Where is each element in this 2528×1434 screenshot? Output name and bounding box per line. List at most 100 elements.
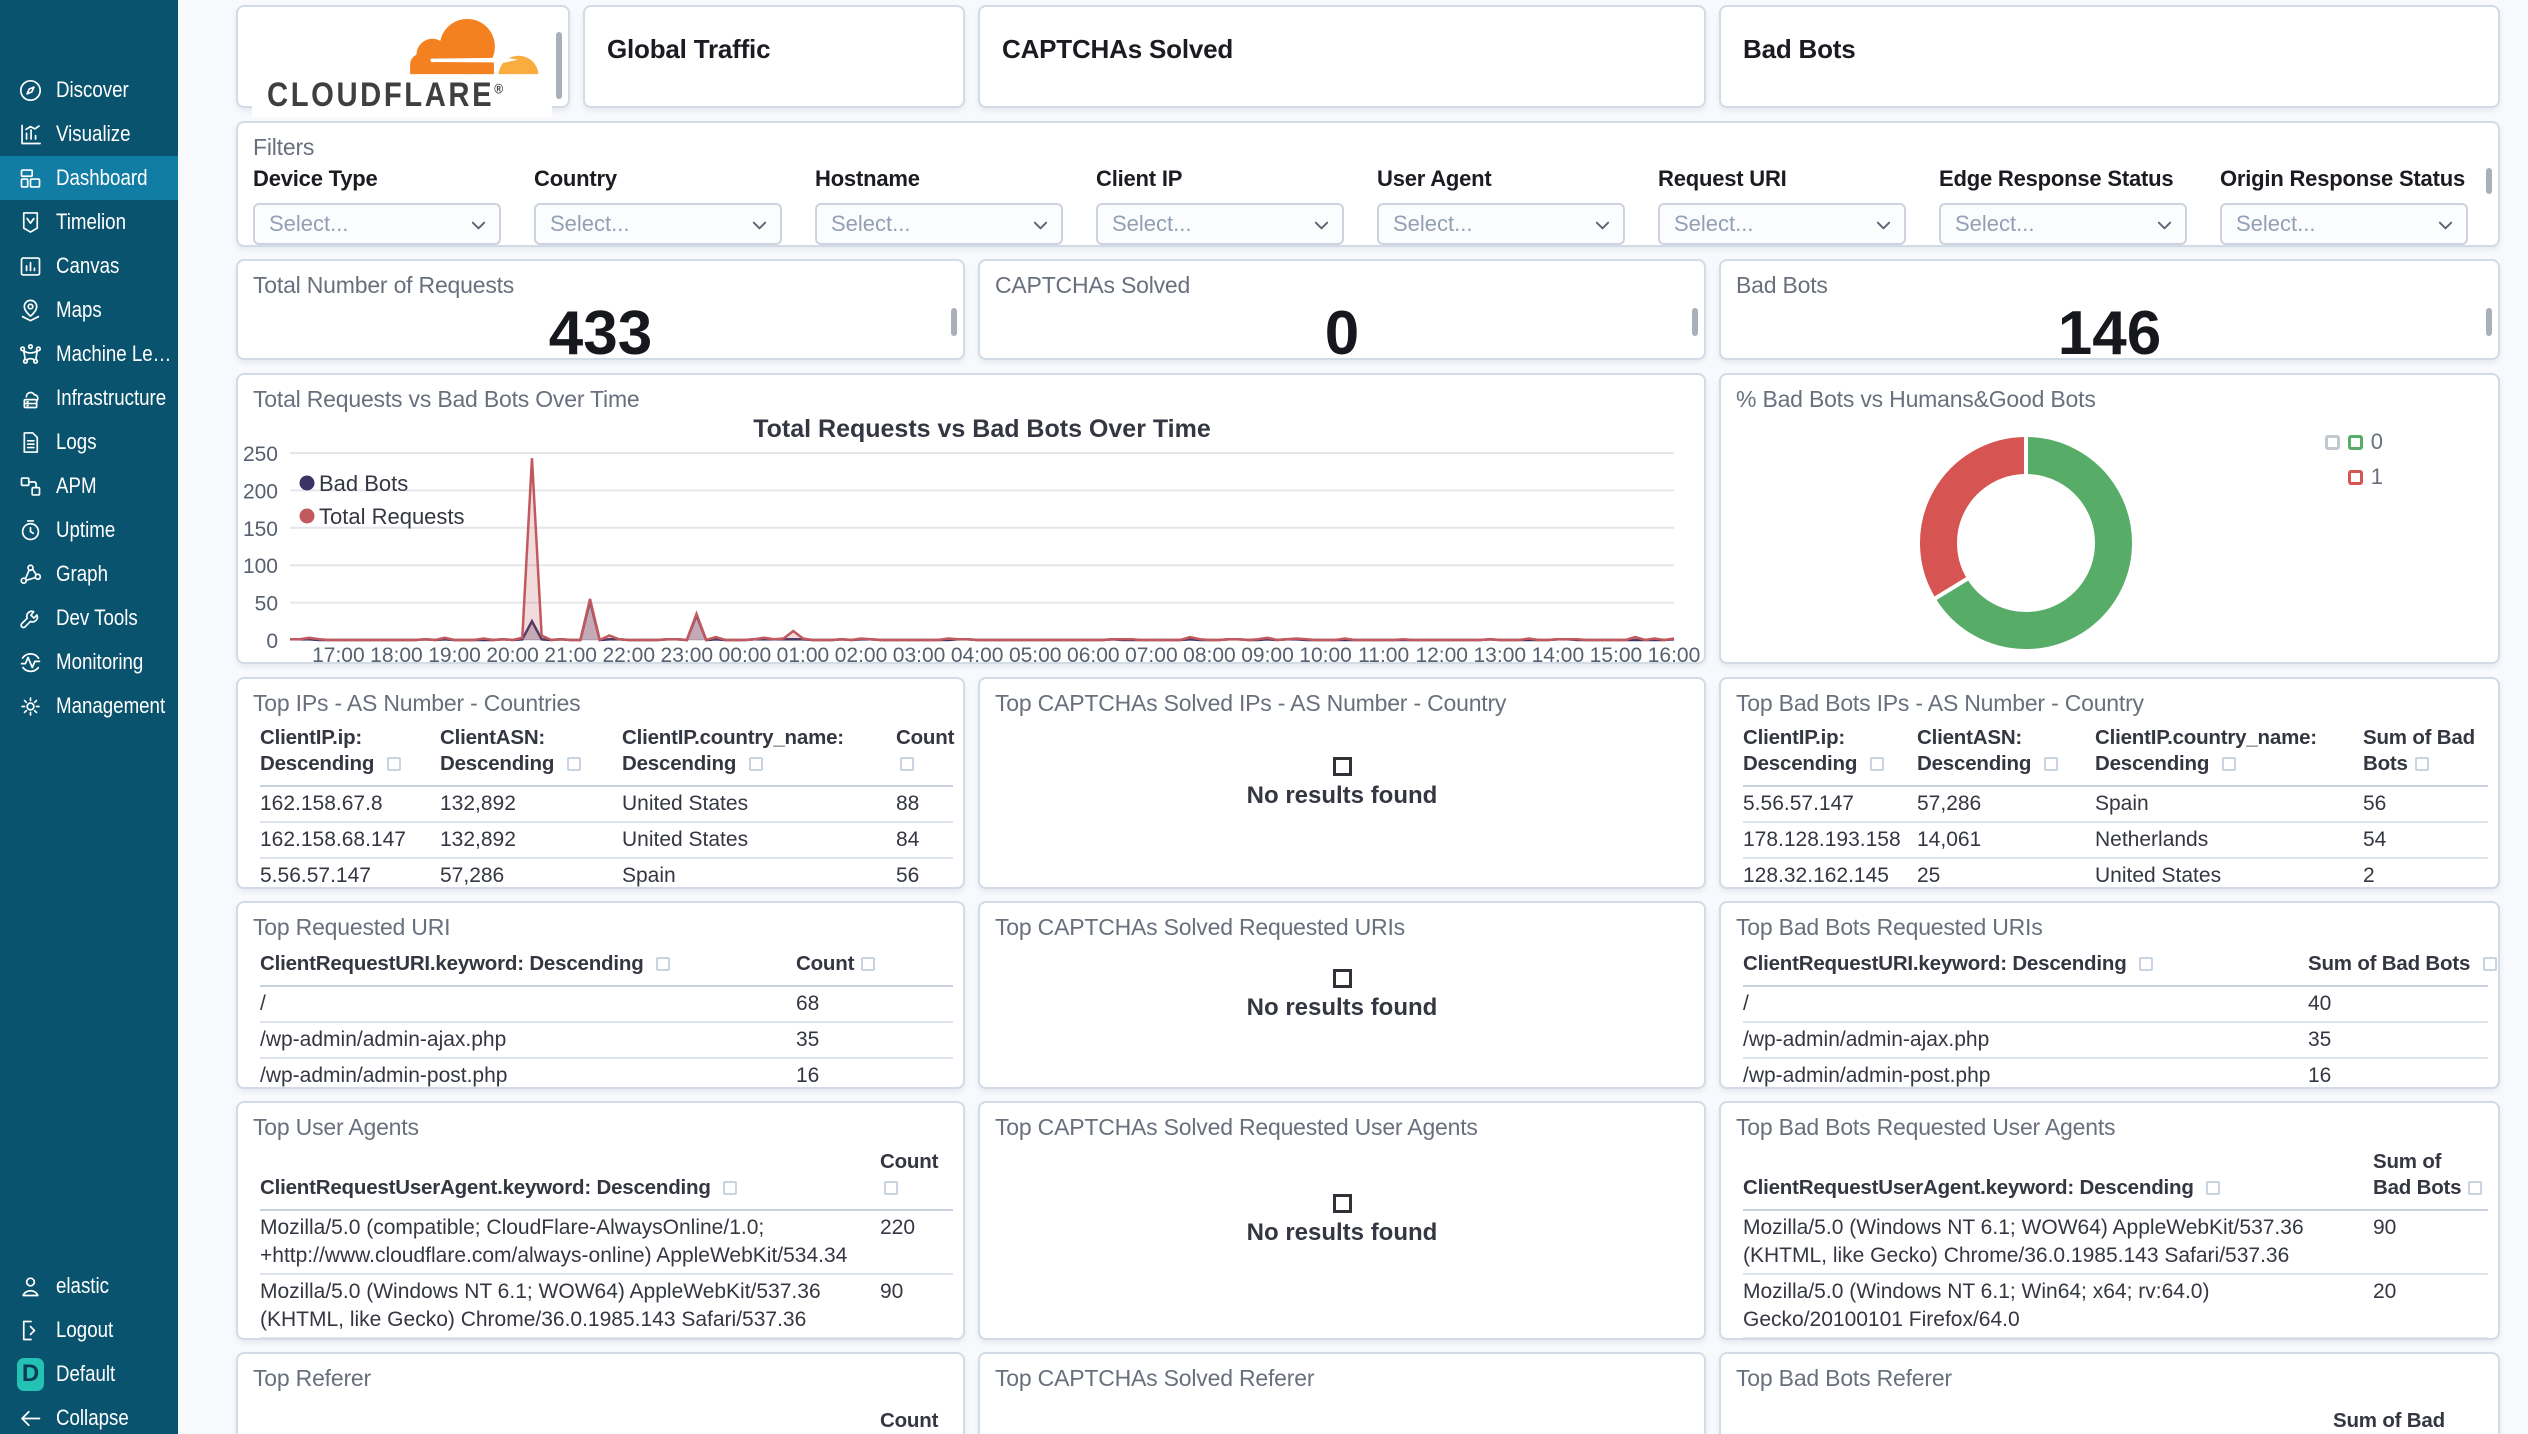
table-row[interactable]: 162.158.68.147 132,892 United States 84	[260, 822, 953, 859]
filter-select[interactable]: Select...	[1658, 203, 1906, 245]
column-header-label: Sum of Bad	[2363, 726, 2475, 749]
sort-checkbox-icon[interactable]	[748, 757, 763, 771]
column-header[interactable]: ClientRequestURI.keyword: Descending	[1743, 951, 2308, 987]
sort-checkbox-icon[interactable]	[2414, 757, 2429, 771]
table-row[interactable]: 128.32.162.145 25 United States 2	[1743, 858, 2488, 887]
table-row[interactable]: Mozilla/5.0 (compatible; CloudFlare-Alwa…	[260, 1210, 953, 1275]
sidebar-item-collapse[interactable]: Collapse	[0, 1396, 178, 1434]
table-row[interactable]: /wp-admin/admin-ajax.php 35	[260, 1022, 953, 1059]
canvas-icon	[17, 253, 44, 280]
sidebar-item-apm[interactable]: APM	[0, 464, 178, 508]
sort-checkbox-icon[interactable]	[386, 757, 401, 771]
timechart-plot[interactable]: 0 50 100 150 200 250 17:00 18:00 19:00 20:00 21:00…	[238, 375, 1706, 664]
panel-scrollbar[interactable]	[2486, 168, 2492, 194]
sidebar-item-infrastructure[interactable]: Infrastructure	[0, 376, 178, 420]
sort-checkbox-icon[interactable]	[2482, 957, 2497, 971]
column-header[interactable]: Sum of BadBots	[2363, 725, 2488, 787]
table-row[interactable]: /68	[260, 986, 953, 1023]
column-header[interactable]: Sum of Bad Bots	[2308, 951, 2497, 987]
sort-checkbox-icon[interactable]	[2468, 1181, 2483, 1195]
column-header[interactable]	[1743, 1408, 2333, 1434]
table-row[interactable]: 178.128.193.158 14,061 Netherlands 54	[1743, 822, 2488, 859]
sidebar-item-timelion[interactable]: Timelion	[0, 200, 178, 244]
column-header[interactable]	[260, 1408, 880, 1434]
column-header[interactable]: Count	[880, 1408, 953, 1434]
filter-select[interactable]: Select...	[1377, 203, 1625, 245]
sidebar-item-logs[interactable]: Logs	[0, 420, 178, 464]
sort-checkbox-icon[interactable]	[566, 757, 581, 771]
sort-checkbox-icon[interactable]	[2221, 757, 2236, 771]
sidebar-item-uptime[interactable]: Uptime	[0, 508, 178, 552]
panel-scrollbar[interactable]	[556, 32, 562, 99]
sort-checkbox-icon[interactable]	[2139, 957, 2154, 971]
panel-scrollbar[interactable]	[2486, 308, 2492, 336]
sidebar-item-discover[interactable]: Discover	[0, 68, 178, 112]
legend-checkbox-icon[interactable]	[2324, 434, 2340, 450]
table-row[interactable]: /40	[1743, 986, 2488, 1023]
donut-legend-row[interactable]: 0	[2324, 429, 2383, 455]
sort-checkbox-icon[interactable]	[861, 957, 876, 971]
sidebar-item-management[interactable]: Management	[0, 684, 178, 728]
column-header[interactable]: Sum of BadBots	[2333, 1408, 2488, 1434]
column-header[interactable]: ClientASN: Descending	[1917, 725, 2095, 787]
sort-checkbox-icon[interactable]	[2206, 1181, 2221, 1195]
table-row[interactable]: /wp-admin/admin-post.php 16	[1743, 1058, 2488, 1087]
sort-checkbox-icon[interactable]	[656, 957, 671, 971]
filter-select[interactable]: Select...	[1096, 203, 1344, 245]
sidebar-item-dashboard[interactable]: Dashboard	[0, 156, 178, 200]
sidebar-item-logout[interactable]: Logout	[0, 1308, 178, 1352]
column-header[interactable]: ClientRequestUserAgent.keyword: Descendi…	[260, 1149, 880, 1211]
table-row[interactable]: 162.158.67.8 132,892 United States 88	[260, 786, 953, 823]
panel-scrollbar[interactable]	[951, 308, 957, 336]
sidebar-item-visualize[interactable]: Visualize	[0, 112, 178, 156]
table-row[interactable]: /wp-admin/admin-ajax.php 35	[1743, 1022, 2488, 1059]
table-cell: 178.128.193.158	[1743, 822, 1917, 859]
table-row[interactable]: 5.56.57.147 57,286 Spain 56	[1743, 786, 2488, 823]
sort-checkbox-icon[interactable]	[884, 1181, 898, 1195]
sidebar-item-monitoring[interactable]: Monitoring	[0, 640, 178, 684]
chevron-down-icon	[1595, 221, 1610, 230]
sidebar-item-machine-le[interactable]: Machine Le…	[0, 332, 178, 376]
sort-checkbox-icon[interactable]	[723, 1181, 738, 1195]
legend-label-0[interactable]: 0	[2371, 429, 2383, 455]
table-row[interactable]: Mozilla/5.0 (Windows NT 6.1; WOW64) Appl…	[1743, 1210, 2488, 1275]
column-header[interactable]: ClientIP.ip: Descending	[260, 725, 440, 787]
donut-plot[interactable]	[1721, 375, 2500, 664]
filter-select[interactable]: Select...	[815, 203, 1063, 245]
filter-select[interactable]: Select...	[534, 203, 782, 245]
sidebar-item-default[interactable]: D Default	[0, 1352, 178, 1396]
filter-select[interactable]: Select...	[2220, 203, 2468, 245]
filter-select[interactable]: Select...	[1939, 203, 2187, 245]
table-row[interactable]: 5.56.57.147 57,286 Spain 56	[260, 858, 953, 887]
column-header[interactable]: ClientIP.country_name: Descending	[622, 725, 896, 787]
column-header[interactable]: ClientIP.country_name: Descending	[2095, 725, 2363, 787]
legend-swatch-0-icon[interactable]	[2347, 434, 2363, 450]
sidebar-item-graph[interactable]: Graph	[0, 552, 178, 596]
panel-scrollbar[interactable]	[1692, 308, 1698, 336]
column-header[interactable]: Count	[880, 1149, 953, 1211]
sort-checkbox-icon[interactable]	[2043, 757, 2058, 771]
sidebar-item-elastic[interactable]: elastic	[0, 1264, 178, 1308]
column-header[interactable]: ClientRequestURI.keyword: Descending	[260, 951, 796, 987]
donut-legend-row[interactable]: 1	[2325, 464, 2383, 490]
table-row[interactable]: Mozilla/5.0 (Windows NT 6.1; WOW64) Appl…	[260, 1274, 953, 1338]
column-header[interactable]: ClientIP.ip: Descending	[1743, 725, 1917, 787]
column-header[interactable]: ClientASN: Descending	[440, 725, 622, 787]
select-placeholder: Select...	[1955, 211, 2035, 236]
table-row[interactable]: /wp-admin/admin-post.php 16	[260, 1058, 953, 1087]
sidebar-item-dev-tools[interactable]: Dev Tools	[0, 596, 178, 640]
sidebar-item-maps[interactable]: Maps	[0, 288, 178, 332]
legend-label-1[interactable]: 1	[2371, 464, 2383, 490]
legend-swatch-1-icon[interactable]	[2347, 469, 2363, 485]
sort-checkbox-icon[interactable]	[900, 757, 914, 771]
sort-checkbox-icon[interactable]	[1869, 757, 1884, 771]
table-cell: 40	[2308, 986, 2488, 1023]
column-header[interactable]: Count	[796, 951, 953, 987]
space-default-icon: D	[17, 1357, 44, 1391]
column-header[interactable]: ClientRequestUserAgent.keyword: Descendi…	[1743, 1149, 2373, 1211]
filter-select[interactable]: Select...	[253, 203, 501, 245]
table-row[interactable]: Mozilla/5.0 (Windows NT 6.1; Win64; x64;…	[1743, 1274, 2488, 1338]
sidebar-item-canvas[interactable]: Canvas	[0, 244, 178, 288]
column-header[interactable]: Sum of Bad Bots	[2373, 1149, 2488, 1211]
column-header[interactable]: Count	[896, 725, 954, 787]
